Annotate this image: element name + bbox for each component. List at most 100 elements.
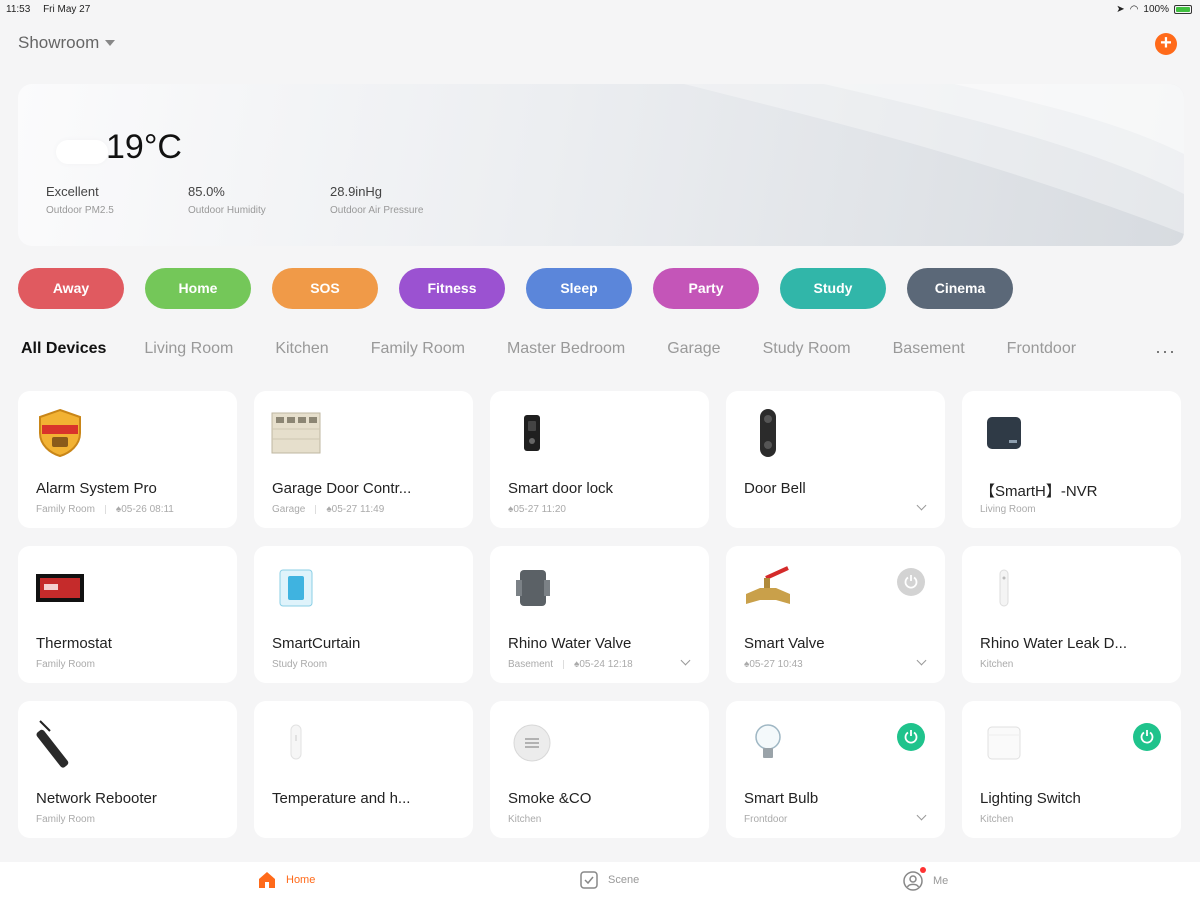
wifi-icon: ◠ <box>1129 4 1139 15</box>
device-name: Rhino Water Valve <box>508 635 632 652</box>
notification-dot <box>920 867 926 873</box>
device-card[interactable]: Smart Bulb Frontdoor <box>726 701 945 838</box>
scene-button-home[interactable]: Home <box>145 268 251 309</box>
chevron-down-icon[interactable] <box>916 655 927 666</box>
nav-scene[interactable]: Scene <box>579 870 639 890</box>
home-selector[interactable]: Showroom <box>18 33 116 53</box>
location-icon: ➤ <box>1116 4 1125 15</box>
divider <box>104 505 106 514</box>
power-button[interactable] <box>1133 723 1161 751</box>
tab-master-bedroom[interactable]: Master Bedroom <box>507 340 625 358</box>
device-card[interactable]: Smart Valve ♠05-27 10:43 <box>726 546 945 683</box>
device-time-value: 05-27 10:43 <box>749 659 803 670</box>
smoke-detector-icon <box>513 724 551 762</box>
weather-card[interactable]: 19°C Excellent Outdoor PM2.5 85.0% Outdo… <box>18 84 1184 246</box>
tab-kitchen[interactable]: Kitchen <box>275 340 328 358</box>
nvr-icon <box>987 417 1021 449</box>
home-name: Showroom <box>18 33 100 52</box>
scene-buttons: Away Home SOS Fitness Sleep Party Study … <box>18 268 1013 309</box>
power-button[interactable] <box>897 568 925 596</box>
device-name: Smart Bulb <box>744 790 819 807</box>
device-card[interactable]: Smoke &CO Kitchen <box>490 701 709 838</box>
chevron-down-icon[interactable] <box>916 810 927 821</box>
tab-frontdoor[interactable]: Frontdoor <box>1007 340 1076 358</box>
device-name: Network Rebooter <box>36 790 157 807</box>
chevron-down-icon[interactable] <box>680 655 691 666</box>
power-icon <box>904 575 918 589</box>
device-room: Family Room <box>36 814 95 825</box>
device-time-value: 05-27 11:20 <box>513 504 566 515</box>
device-card[interactable]: Temperature and h... <box>254 701 473 838</box>
scene-button-fitness[interactable]: Fitness <box>399 268 505 309</box>
scene-button-sos[interactable]: SOS <box>272 268 378 309</box>
doorbell-icon <box>760 409 776 457</box>
device-room: Living Room <box>980 504 1036 515</box>
device-name: Rhino Water Leak D... <box>980 635 1128 652</box>
nav-home[interactable]: Home <box>257 870 315 890</box>
device-card[interactable]: Alarm System Pro Family Room ♠05-26 08:1… <box>18 391 237 528</box>
device-card[interactable]: Rhino Water Leak D... Kitchen <box>962 546 1181 683</box>
leak-sensor-icon <box>999 569 1009 607</box>
tab-basement[interactable]: Basement <box>893 340 965 358</box>
device-meta: Family Room <box>36 814 95 825</box>
tab-study-room[interactable]: Study Room <box>763 340 851 358</box>
scene-button-party[interactable]: Party <box>653 268 759 309</box>
device-meta: Frontdoor <box>744 814 787 825</box>
device-name: Door Bell <box>744 480 806 497</box>
device-card[interactable]: SmartCurtain Study Room <box>254 546 473 683</box>
device-meta: Kitchen <box>980 814 1013 825</box>
device-time-value: 05-24 12:18 <box>579 659 633 670</box>
device-name: Garage Door Contr... <box>272 480 412 497</box>
chevron-down-icon[interactable] <box>916 500 927 511</box>
device-card[interactable]: Garage Door Contr... Garage ♠05-27 11:49 <box>254 391 473 528</box>
device-room: Kitchen <box>508 814 542 825</box>
status-date: Fri May 27 <box>43 4 91 15</box>
stat-label: Outdoor Air Pressure <box>330 205 424 216</box>
scene-button-sleep[interactable]: Sleep <box>526 268 632 309</box>
device-meta: Family Room <box>36 659 95 670</box>
device-meta: ♠05-27 11:20 <box>508 504 566 515</box>
profile-icon <box>903 871 923 891</box>
device-card[interactable]: Door Bell <box>726 391 945 528</box>
bottom-nav: Home Scene Me <box>0 862 1200 900</box>
water-valve-icon <box>516 570 550 606</box>
tab-garage[interactable]: Garage <box>667 340 720 358</box>
device-room: Family Room <box>36 504 95 515</box>
add-device-button[interactable]: + <box>1155 33 1177 55</box>
device-card[interactable]: Network Rebooter Family Room <box>18 701 237 838</box>
device-name: Smart door lock <box>508 480 614 497</box>
scene-button-study[interactable]: Study <box>780 268 886 309</box>
scene-button-away[interactable]: Away <box>18 268 124 309</box>
nav-me[interactable]: Me <box>902 867 948 892</box>
tab-all-devices[interactable]: All Devices <box>21 340 106 358</box>
more-rooms-icon[interactable]: ··· <box>1155 342 1176 360</box>
device-card[interactable]: Thermostat Family Room <box>18 546 237 683</box>
power-button[interactable] <box>897 723 925 751</box>
nav-label: Scene <box>608 874 640 886</box>
device-name: Alarm System Pro <box>36 480 157 497</box>
home-icon <box>259 872 275 888</box>
power-icon <box>904 730 918 744</box>
device-meta: Garage ♠05-27 11:49 <box>272 504 384 515</box>
tab-family-room[interactable]: Family Room <box>371 340 465 358</box>
stat-value: Excellent <box>46 184 99 199</box>
scene-button-cinema[interactable]: Cinema <box>907 268 1013 309</box>
device-room: Frontdoor <box>744 814 788 825</box>
stat-value: 28.9inHg <box>330 184 383 199</box>
room-tabs: All Devices Living Room Kitchen Family R… <box>21 340 1118 358</box>
device-name: Smart Valve <box>744 635 825 652</box>
power-strip-icon <box>36 720 69 768</box>
curtain-icon <box>279 569 313 607</box>
device-grid: Alarm System Pro Family Room ♠05-26 08:1… <box>18 391 1181 838</box>
device-card[interactable]: Lighting Switch Kitchen <box>962 701 1181 838</box>
device-card[interactable]: Smart door lock ♠05-27 11:20 <box>490 391 709 528</box>
stat-label: Outdoor Humidity <box>188 205 266 216</box>
device-card[interactable]: Rhino Water Valve Basement ♠05-24 12:18 <box>490 546 709 683</box>
device-room: Study Room <box>272 659 328 670</box>
device-meta: Kitchen <box>508 814 541 825</box>
device-card[interactable]: 【SmartH】-NVR Living Room <box>962 391 1181 528</box>
device-room: Kitchen <box>980 659 1014 670</box>
device-time-value: 05-27 11:49 <box>331 504 385 515</box>
battery-percent: 100% <box>1143 4 1169 15</box>
tab-living-room[interactable]: Living Room <box>144 340 233 358</box>
